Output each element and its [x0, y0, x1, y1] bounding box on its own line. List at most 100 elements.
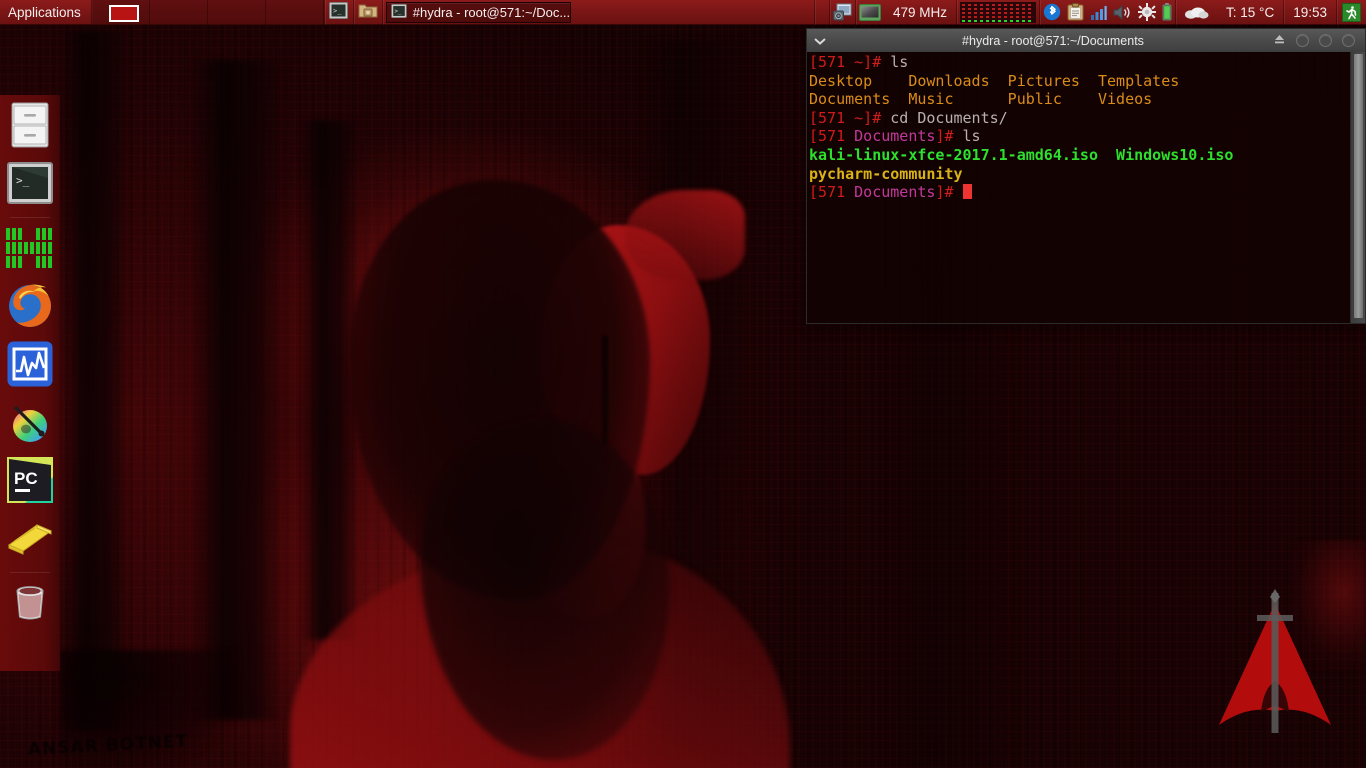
svg-text:>_: >_ [333, 7, 342, 15]
terminal-text: Documents Music Public Videos [809, 90, 1153, 109]
logout-icon[interactable] [1337, 2, 1366, 22]
dock-separator [9, 217, 50, 218]
matrix-bars-icon [5, 226, 55, 275]
pycharm-icon: PC [6, 456, 53, 508]
terminal-title-label: #hydra - root@571:~/Documents [962, 33, 1144, 48]
terminal-output[interactable]: [571 ~]# ls Desktop Downloads Pictures Te… [809, 53, 1343, 202]
dock-item-pycharm[interactable]: PC [4, 456, 56, 508]
system-monitor-icon [7, 341, 53, 392]
terminal-window[interactable]: #hydra - root@571:~/Documents [571 ~]# l… [806, 28, 1366, 325]
terminal-icon: >_ [390, 3, 407, 21]
folder-icon [358, 2, 378, 22]
cpu-frequency-label: 479 MHz [893, 4, 948, 20]
dock-item-trash[interactable] [4, 579, 56, 631]
close-button[interactable] [1342, 34, 1355, 47]
trash-icon [9, 582, 51, 629]
system-tray: 479 MHz T: 15 °C 19:53 [814, 0, 1366, 25]
temperature-label: T: 15 °C [1226, 4, 1275, 20]
terminal-text: ]# [935, 127, 954, 146]
dock-item-terminal[interactable]: >_ [4, 159, 56, 211]
terminal-text: [571 [809, 127, 855, 146]
network-signal-icon[interactable] [1087, 4, 1110, 21]
taskbar-window-label: #hydra - root@571:~/Doc... [412, 4, 571, 20]
terminal-text: pycharm-community [809, 164, 963, 183]
wallpaper-figure [170, 170, 790, 768]
screenshot-icon[interactable] [830, 3, 855, 21]
terminal-cursor [962, 184, 972, 200]
terminal-text: ls [881, 53, 909, 71]
cloud-icon[interactable] [1176, 5, 1217, 20]
terminal-line: Documents Music Public Videos [809, 90, 1343, 109]
bluetooth-icon[interactable] [1040, 3, 1064, 21]
battery-icon[interactable] [1159, 3, 1175, 21]
cpu-icon[interactable] [856, 3, 884, 21]
file-cabinet-icon [10, 102, 50, 153]
panel-separator [814, 0, 815, 25]
figure-arm [625, 190, 745, 280]
shade-button[interactable] [1273, 33, 1286, 48]
terminal-launcher[interactable]: >_ [325, 0, 353, 25]
dock-item-matrix[interactable] [4, 224, 56, 276]
terminal-line: pycharm-community [809, 165, 1343, 184]
terminal-line: [571 Documents]# [809, 183, 1343, 202]
window-controls [1273, 33, 1365, 48]
terminal-text: Documents [854, 183, 936, 202]
notes-icon [7, 521, 53, 560]
dock-item-gimp[interactable] [4, 398, 56, 450]
scrollbar-thumb[interactable] [1354, 54, 1363, 318]
dock-item-firefox[interactable] [4, 282, 56, 334]
figure-tear [602, 335, 608, 445]
arch-sword-logo [1195, 585, 1355, 745]
window-menu-button[interactable] [807, 37, 833, 45]
terminal-text: [571 [809, 183, 855, 202]
terminal-icon: >_ [329, 2, 349, 22]
terminal-line: Desktop Downloads Pictures Templates [809, 72, 1343, 91]
workspace-switcher[interactable] [91, 0, 324, 25]
terminal-title-bar[interactable]: #hydra - root@571:~/Documents [806, 28, 1366, 52]
terminal-scrollbar[interactable] [1350, 52, 1365, 323]
dock-separator [9, 572, 50, 573]
applications-menu-button[interactable]: Applications [0, 0, 91, 25]
system-load-grid-icon[interactable] [957, 1, 1039, 23]
workspace-1[interactable] [91, 0, 150, 25]
speaker-icon[interactable] [1110, 4, 1135, 21]
wallpaper-tree-trunk [60, 30, 130, 730]
svg-text:>_: >_ [394, 9, 401, 15]
firefox-icon [7, 283, 53, 334]
terminal-body[interactable]: [571 ~]# ls Desktop Downloads Pictures Te… [806, 52, 1366, 324]
taskbar-window-button[interactable]: >_ #hydra - root@571:~/Doc... [385, 1, 571, 23]
minimize-button[interactable] [1296, 34, 1309, 47]
workspace-4[interactable] [265, 0, 324, 25]
clock[interactable]: 19:53 [1284, 5, 1336, 20]
panel-separator [381, 0, 383, 25]
file-manager-launcher[interactable] [354, 0, 382, 25]
svg-text:PC: PC [14, 469, 38, 488]
dock-item-notes[interactable] [4, 514, 56, 566]
terminal-text: Documents [854, 127, 936, 146]
terminal-text: ]# [935, 183, 954, 202]
terminal-text: kali-linux-xfce-2017.1-amd64.iso Windows… [809, 145, 1234, 164]
svg-text:>_: >_ [16, 174, 30, 187]
left-dock: >_ PC [0, 95, 60, 671]
terminal-line: kali-linux-xfce-2017.1-amd64.iso Windows… [809, 146, 1343, 165]
terminal-line: [571 ~]# ls [809, 53, 1343, 72]
dock-item-file-manager[interactable] [4, 101, 56, 153]
terminal-icon: >_ [6, 161, 53, 209]
terminal-text: cd Documents/ [881, 108, 1008, 127]
terminal-text: [571 ~]# [809, 108, 882, 127]
terminal-line: [571 Documents]# ls [809, 127, 1343, 146]
terminal-line: [571 ~]# cd Documents/ [809, 109, 1343, 128]
workspace-2[interactable] [149, 0, 208, 25]
terminal-text: [571 ~]# [809, 53, 882, 71]
terminal-text: ls [953, 127, 981, 146]
applications-menu-label: Applications [8, 4, 81, 20]
gear-icon[interactable] [1135, 3, 1159, 21]
clipboard-icon[interactable] [1064, 3, 1087, 21]
paint-palette-icon [7, 399, 53, 450]
top-panel: Applications >_ >_ #hydra - root@571:~/D… [0, 0, 1366, 25]
terminal-text: Desktop Downloads Pictures Templates [809, 71, 1180, 90]
dock-item-system-monitor[interactable] [4, 340, 56, 392]
maximize-button[interactable] [1319, 34, 1332, 47]
workspace-3[interactable] [207, 0, 266, 25]
